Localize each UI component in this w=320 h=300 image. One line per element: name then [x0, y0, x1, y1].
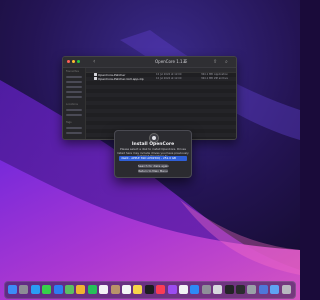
sidebar-item[interactable]: [66, 132, 82, 134]
sidebar-section-tags: Tags: [66, 121, 72, 124]
maps-icon[interactable]: [65, 285, 74, 294]
news-icon[interactable]: [179, 285, 188, 294]
file-size: 364.1 MB: [201, 77, 213, 80]
file-list: OpenCore-Patcher 10 Jul 2024 at 12:00 36…: [86, 68, 236, 139]
finder-sidebar: Favourites Locations Tags: [63, 68, 86, 139]
sidebar-section-locations: Locations: [66, 103, 78, 106]
terminal-icon[interactable]: [224, 285, 234, 294]
file-kind: ZIP archive: [214, 77, 228, 80]
sidebar-item[interactable]: [66, 81, 82, 83]
sidebar-item[interactable]: [66, 96, 82, 98]
folder-icon[interactable]: [270, 285, 280, 294]
install-opencore-dialog[interactable]: Install OpenCore Please select a disk to…: [114, 130, 192, 178]
share-icon[interactable]: ⇪: [213, 59, 217, 65]
sidebar-item[interactable]: [66, 91, 82, 93]
dock: [4, 281, 296, 299]
search-icon[interactable]: ⌕: [225, 59, 228, 65]
file-date: 10 Jul 2024 at 12:00: [156, 77, 182, 80]
music-icon[interactable]: [156, 285, 166, 294]
zip-file-icon: [94, 77, 97, 80]
window-title: OpenCore 1.1.0: [155, 59, 187, 64]
app-store-icon[interactable]: [190, 285, 200, 294]
sidebar-section-favourites: Favourites: [66, 70, 79, 73]
sidebar-item[interactable]: [66, 109, 82, 111]
finder-icon[interactable]: [8, 285, 17, 294]
facetime-icon[interactable]: [87, 285, 97, 294]
file-size: 364.1 MB: [201, 73, 213, 76]
file-kind: Application: [214, 73, 228, 76]
system-settings-icon[interactable]: [201, 285, 211, 294]
disk-option-selected[interactable]: disk0 - APPLE SSD AP0256Q - 251.0 GB: [119, 156, 187, 161]
photos-icon[interactable]: [76, 285, 86, 294]
zoom-button[interactable]: [77, 60, 80, 63]
opencore-patcher-icon[interactable]: [258, 285, 268, 294]
file-date: 10 Jul 2024 at 12:00: [156, 73, 182, 76]
close-button[interactable]: [67, 60, 70, 63]
back-arrow-icon[interactable]: ‹: [93, 58, 95, 65]
return-main-menu-button[interactable]: Return to Main Menu: [138, 169, 168, 173]
activity-monitor-icon[interactable]: [236, 285, 245, 294]
disk-utility-icon[interactable]: [247, 285, 257, 294]
reminders-icon[interactable]: [122, 285, 131, 294]
messages-icon[interactable]: [42, 285, 52, 294]
launchpad-icon[interactable]: [19, 285, 29, 294]
mail-icon[interactable]: [53, 285, 63, 294]
sidebar-item[interactable]: [66, 86, 82, 88]
tv-icon[interactable]: [144, 285, 154, 294]
podcasts-icon[interactable]: [167, 285, 177, 294]
trash-icon[interactable]: [281, 285, 291, 294]
preview-icon[interactable]: [213, 285, 223, 294]
finder-titlebar[interactable]: ‹ ☷ ⇪ ⌕ OpenCore 1.1.0: [63, 57, 236, 68]
minimize-button[interactable]: [72, 60, 75, 63]
search-disks-button[interactable]: Search for disks again: [138, 164, 169, 168]
application-icon: [94, 73, 97, 76]
calendar-icon[interactable]: [99, 285, 109, 294]
safari-icon[interactable]: [30, 285, 40, 294]
notes-icon[interactable]: [133, 285, 143, 294]
sidebar-item[interactable]: [66, 114, 82, 116]
finder-window[interactable]: ‹ ☷ ⇪ ⌕ OpenCore 1.1.0 Favourites Locati…: [62, 56, 237, 140]
sidebar-item[interactable]: [66, 127, 82, 129]
sidebar-item[interactable]: [66, 76, 82, 78]
contacts-icon[interactable]: [110, 285, 120, 294]
